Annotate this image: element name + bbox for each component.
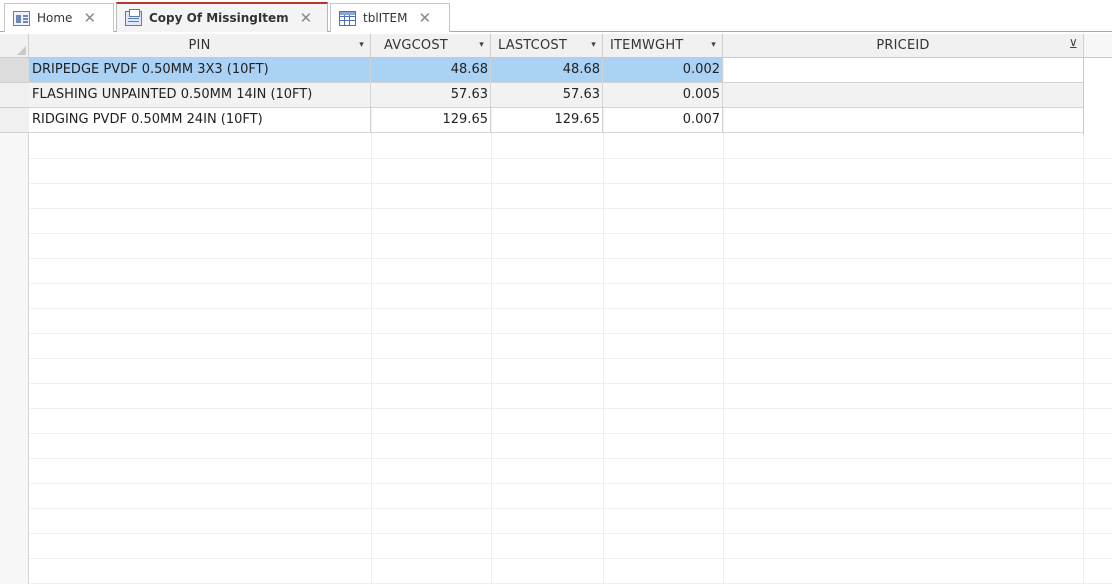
cell-lastcost[interactable]: 48.68 (491, 58, 603, 83)
grid-line (29, 483, 1112, 484)
column-header-avgcost[interactable]: AVGCOST ▾ (371, 34, 491, 58)
grid-line (29, 158, 1112, 159)
form-icon (13, 10, 30, 26)
cell-pin[interactable]: RIDGING PVDF 0.50MM 24IN (10FT) (29, 108, 371, 133)
cell-pin[interactable]: FLASHING UNPAINTED 0.50MM 14IN (10FT) (29, 83, 371, 108)
column-header-label: LASTCOST (498, 38, 567, 53)
column-header-pin[interactable]: PIN ▾ (29, 34, 371, 58)
tab-tblitem[interactable]: tblITEM ✕ (330, 3, 450, 32)
record-selector[interactable] (0, 83, 29, 108)
column-header-label: PRICEID (876, 38, 930, 53)
tab-label: Copy Of MissingItem (149, 11, 289, 25)
grid-line (29, 183, 1112, 184)
tab-copy-of-missingitem[interactable]: Copy Of MissingItem ✕ (116, 2, 328, 32)
grid-line (29, 533, 1112, 534)
column-header-priceid[interactable]: PRICEID ⊻ (723, 34, 1084, 58)
close-icon[interactable]: ✕ (83, 9, 96, 27)
add-column-area (1084, 34, 1112, 58)
cell-lastcost[interactable]: 57.63 (491, 83, 603, 108)
grid-line (491, 58, 492, 584)
record-selector-column (0, 58, 29, 584)
cell-avgcost[interactable]: 48.68 (371, 58, 491, 83)
table-row[interactable]: FLASHING UNPAINTED 0.50MM 14IN (10FT) 57… (29, 83, 1084, 108)
query-icon (125, 8, 142, 26)
grid-line (29, 358, 1112, 359)
grid-line (29, 433, 1112, 434)
cell-priceid[interactable] (723, 83, 1084, 108)
table-row[interactable]: DRIPEDGE PVDF 0.50MM 3X3 (10FT) 48.68 48… (29, 58, 1084, 83)
sort-filter-dropdown-icon[interactable]: ▾ (359, 40, 364, 50)
grid-line (29, 308, 1112, 309)
datasheet: PIN ▾ AVGCOST ▾ LASTCOST ▾ ITEMWGHT ▾ PR… (0, 34, 1112, 584)
grid-right-edge (1083, 58, 1084, 134)
grid-line (29, 283, 1112, 284)
grid-line (29, 383, 1112, 384)
cell-lastcost[interactable]: 129.65 (491, 108, 603, 133)
select-all-button[interactable] (0, 34, 29, 58)
grid-line (371, 58, 372, 584)
filter-applied-icon[interactable]: ⊻ (1069, 37, 1078, 51)
record-selector[interactable] (0, 108, 29, 133)
table-icon (339, 10, 356, 26)
cell-itemwght[interactable]: 0.007 (603, 108, 723, 133)
sort-filter-dropdown-icon[interactable]: ▾ (479, 40, 484, 50)
grid-line (603, 58, 604, 584)
cell-priceid[interactable] (723, 58, 1084, 83)
tab-label: tblITEM (363, 11, 408, 25)
grid-line (29, 258, 1112, 259)
column-header-label: ITEMWGHT (610, 38, 684, 53)
grid-line (723, 58, 724, 584)
grid-line (29, 458, 1112, 459)
grid-line (29, 558, 1112, 559)
table-row[interactable]: RIDGING PVDF 0.50MM 24IN (10FT) 129.65 1… (29, 108, 1084, 133)
grid-line (1083, 58, 1084, 584)
cell-pin[interactable]: DRIPEDGE PVDF 0.50MM 3X3 (10FT) (29, 58, 371, 83)
cell-itemwght[interactable]: 0.002 (603, 58, 723, 83)
cell-avgcost[interactable]: 57.63 (371, 83, 491, 108)
tab-home[interactable]: Home ✕ (4, 3, 114, 32)
column-header-itemwght[interactable]: ITEMWGHT ▾ (603, 34, 723, 58)
cell-itemwght[interactable]: 0.005 (603, 83, 723, 108)
grid-line (29, 408, 1112, 409)
sort-filter-dropdown-icon[interactable]: ▾ (711, 40, 716, 50)
record-selector[interactable] (0, 58, 29, 83)
grid-line (29, 333, 1112, 334)
close-icon[interactable]: ✕ (300, 9, 313, 27)
grid-line (29, 233, 1112, 234)
tab-label: Home (37, 11, 73, 25)
column-header-lastcost[interactable]: LASTCOST ▾ (491, 34, 603, 58)
cell-priceid[interactable] (723, 108, 1084, 133)
cell-avgcost[interactable]: 129.65 (371, 108, 491, 133)
column-header-label: PIN (188, 38, 211, 53)
close-icon[interactable]: ✕ (418, 9, 431, 27)
column-header-label: AVGCOST (384, 38, 448, 53)
grid-line (29, 508, 1112, 509)
document-tab-bar: Home ✕ Copy Of MissingItem ✕ tblITEM ✕ (0, 0, 1112, 32)
grid-line (29, 208, 1112, 209)
sort-filter-dropdown-icon[interactable]: ▾ (591, 40, 596, 50)
